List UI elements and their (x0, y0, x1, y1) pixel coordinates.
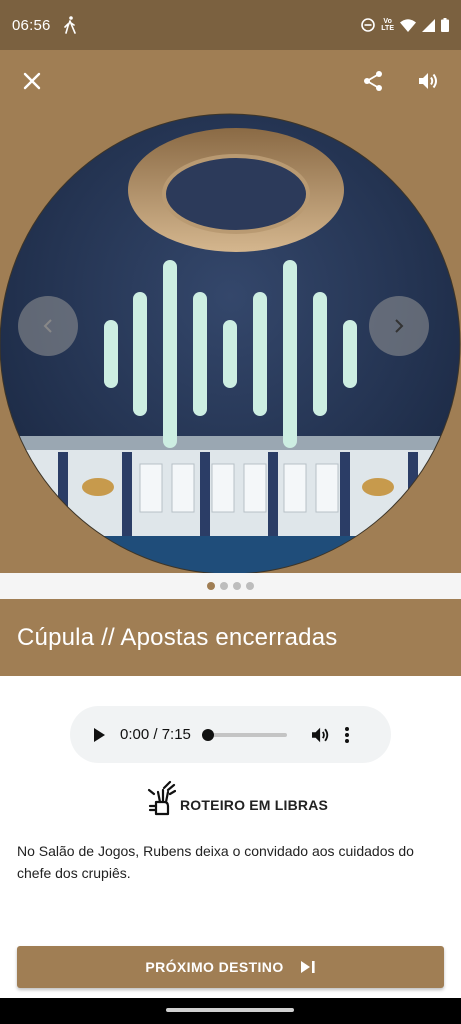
play-icon[interactable] (92, 727, 106, 742)
media-carousel[interactable] (0, 112, 461, 573)
more-options-icon[interactable] (344, 726, 349, 743)
volume-icon[interactable] (311, 726, 331, 744)
app-bar (0, 50, 461, 112)
chevron-left-icon (43, 319, 52, 333)
next-destination-label: PRÓXIMO DESTINO (145, 959, 284, 975)
walking-icon (63, 16, 76, 34)
wifi-icon (400, 18, 416, 32)
status-time: 06:56 (12, 16, 51, 34)
battery-icon (441, 18, 449, 32)
pagination-dot[interactable] (220, 582, 228, 590)
do-not-disturb-icon (361, 18, 376, 32)
next-slide-button[interactable] (369, 296, 429, 356)
next-destination-button[interactable]: PRÓXIMO DESTINO (17, 946, 444, 988)
status-icons: Vo LTE (361, 18, 449, 32)
sign-language-icon (147, 780, 176, 816)
pagination-dot[interactable] (246, 582, 254, 590)
libras-script-link[interactable]: ROTEIRO EM LIBRAS (146, 776, 328, 816)
audio-progress-knob[interactable] (201, 728, 214, 741)
volume-button[interactable] (409, 61, 449, 101)
description-text: No Salão de Jogos, Rubens deixa o convid… (17, 843, 414, 881)
carousel-pagination (0, 573, 461, 599)
page-title: Cúpula // Apostas encerradas (17, 623, 338, 651)
pagination-dot[interactable] (233, 582, 241, 590)
libras-label: ROTEIRO EM LIBRAS (180, 797, 329, 813)
audio-time: 0:00 / 7:15 (120, 726, 191, 743)
volte-indicator: Vo LTE (381, 18, 394, 32)
pagination-dot[interactable] (207, 582, 215, 590)
chevron-right-icon (395, 319, 404, 333)
status-bar: 06:56 Vo LTE (0, 0, 461, 50)
title-bar: Cúpula // Apostas encerradas (0, 599, 461, 676)
volume-icon (419, 73, 437, 89)
audio-player: 0:00 / 7:15 (70, 706, 391, 763)
skip-next-icon (300, 961, 315, 973)
home-gesture-handle[interactable] (166, 1008, 294, 1012)
previous-slide-button[interactable] (18, 296, 78, 356)
close-button[interactable] (12, 61, 52, 101)
share-icon (364, 71, 382, 91)
share-button[interactable] (353, 61, 393, 101)
system-navigation-bar (0, 998, 461, 1024)
close-icon (23, 72, 41, 90)
audio-progress-slider[interactable] (201, 728, 287, 741)
cell-signal-icon (422, 18, 435, 32)
